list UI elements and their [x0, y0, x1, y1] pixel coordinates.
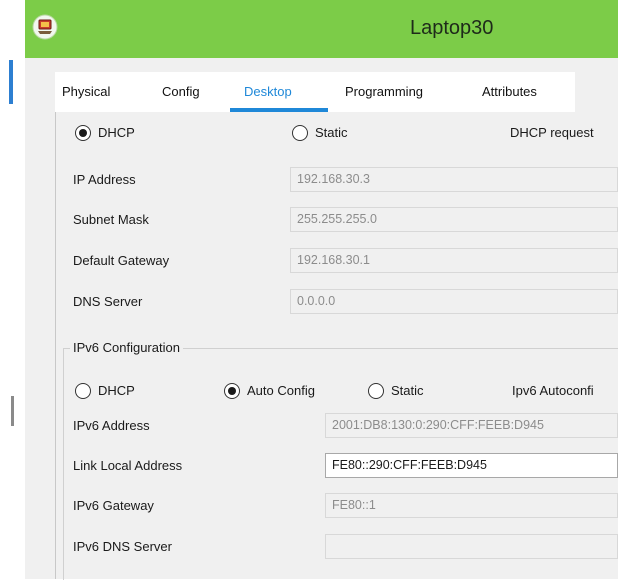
laptop-app-icon	[32, 14, 58, 40]
ipv4-static-label: Static	[315, 125, 348, 140]
ipv6-group-title: IPv6 Configuration	[70, 340, 183, 355]
left-edge-marker	[11, 396, 14, 426]
ipv6-static-radio[interactable]	[368, 383, 384, 399]
ipv6-static-label: Static	[391, 383, 424, 398]
ip-address-label: IP Address	[73, 172, 136, 187]
default-gateway-field[interactable]: 192.168.30.1	[290, 248, 618, 273]
ip-address-field[interactable]: 192.168.30.3	[290, 167, 618, 192]
tab-config[interactable]: Config	[162, 84, 200, 99]
default-gateway-label: Default Gateway	[73, 253, 170, 268]
link-local-address-label: Link Local Address	[73, 458, 183, 473]
tab-desktop[interactable]: Desktop	[244, 84, 292, 99]
ipv6-auto-config-radio[interactable]	[224, 383, 240, 399]
ipv6-status-text: Ipv6 Autoconfi	[512, 383, 594, 398]
dns-server-field[interactable]: 0.0.0.0	[290, 289, 618, 314]
left-edge-accent	[9, 60, 13, 104]
ipv6-auto-config-label: Auto Config	[247, 383, 315, 398]
dns-server-label: DNS Server	[73, 294, 143, 309]
tab-attributes[interactable]: Attributes	[482, 84, 537, 99]
ipv6-dhcp-label: DHCP	[98, 383, 135, 398]
subnet-mask-label: Subnet Mask	[73, 212, 149, 227]
ipv6-dns-server-label: IPv6 DNS Server	[73, 539, 172, 554]
tab-programming[interactable]: Programming	[345, 84, 423, 99]
ipv4-dhcp-radio[interactable]	[75, 125, 91, 141]
ipv6-dns-server-field[interactable]	[325, 534, 618, 559]
link-local-address-field[interactable]: FE80::290:CFF:FEEB:D945	[325, 453, 618, 478]
subnet-mask-field[interactable]: 255.255.255.0	[290, 207, 618, 232]
ipv4-static-radio[interactable]	[292, 125, 308, 141]
left-window-edge	[0, 0, 25, 579]
ipv6-address-field[interactable]: 2001:DB8:130:0:290:CFF:FEEB:D945	[325, 413, 618, 438]
tab-physical[interactable]: Physical	[62, 84, 110, 99]
ipv6-dhcp-radio[interactable]	[75, 383, 91, 399]
title-bar[interactable]	[25, 0, 618, 58]
ipv6-address-label: IPv6 Address	[73, 418, 150, 433]
ipv6-gateway-field[interactable]: FE80::1	[325, 493, 618, 518]
ipv6-gateway-label: IPv6 Gateway	[73, 498, 154, 513]
window-title: Laptop30	[410, 17, 494, 39]
ipv4-dhcp-label: DHCP	[98, 125, 135, 140]
dhcp-status-text: DHCP request	[510, 125, 594, 140]
